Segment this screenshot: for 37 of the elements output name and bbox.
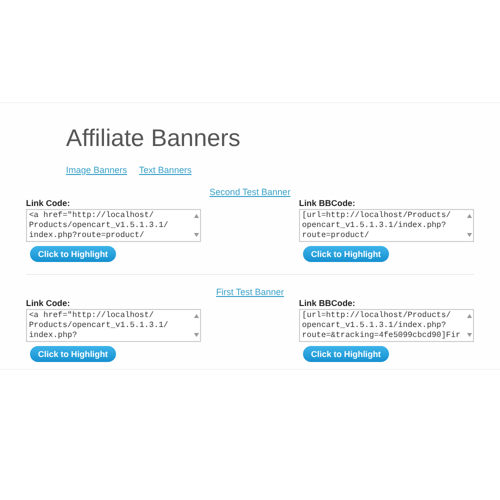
highlight-button[interactable]: Click to Highlight: [303, 246, 389, 262]
field-label: Link Code:: [26, 198, 71, 209]
scroll-down-icon[interactable]: [194, 233, 198, 237]
tab-link[interactable]: Text Banners: [139, 165, 192, 175]
tab-link[interactable]: Image Banners: [66, 165, 128, 175]
scroll-down-icon[interactable]: [466, 233, 472, 237]
code-line: opencart_v1.5.1.3.1/index.php?: [302, 221, 448, 231]
highlight-button[interactable]: Click to Highlight: [303, 346, 389, 362]
code-line: <a href="http://localhost/: [29, 211, 155, 221]
code-line: route=product/: [302, 231, 370, 241]
code-field[interactable]: <a href="http://localhost/ Products/opencart_v1.5.1.3.1/ index.php?route=product/: [26, 209, 201, 242]
code-line: Products/opencart_v1.5.1.3.1/: [29, 321, 170, 331]
scroll-up-icon[interactable]: [466, 314, 472, 318]
code-line: <a href="http://localhost/: [29, 311, 155, 321]
code-field[interactable]: <a href="http://localhost/ Products/opencart_v1.5.1.3.1/ index.php?: [26, 309, 201, 342]
code-line: opencart_v1.5.1.3.1/index.php?: [302, 321, 448, 331]
code-line: route=&tracking=4fe5099cbcd90]Fir: [302, 331, 462, 341]
field-label: Link Code:: [26, 298, 71, 309]
scroll-up-icon[interactable]: [466, 214, 472, 218]
scroll-up-icon[interactable]: [194, 214, 198, 218]
scroll-down-icon[interactable]: [466, 333, 472, 337]
code-field[interactable]: [url=http://localhost/Products/ opencart_v1.5.1.3.1/index.php? route=product/: [299, 209, 474, 242]
code-line: [url=http://localhost/Products/: [302, 211, 452, 221]
scroll-up-icon[interactable]: [194, 314, 198, 318]
page-title: Affiliate Banners: [66, 125, 242, 153]
field-label: Link BBCode:: [299, 198, 356, 209]
code-line: index.php?: [29, 331, 78, 341]
highlight-button[interactable]: Click to Highlight: [30, 246, 116, 262]
code-line: index.php?route=product/: [29, 231, 146, 241]
scroll-down-icon[interactable]: [194, 333, 198, 337]
banner-title-link[interactable]: First Test Banner: [216, 287, 284, 297]
code-line: Products/opencart_v1.5.1.3.1/: [29, 221, 170, 231]
highlight-button[interactable]: Click to Highlight: [30, 346, 116, 362]
code-line: [url=http://localhost/Products/: [302, 311, 452, 321]
field-label: Link BBCode:: [299, 298, 356, 309]
code-field[interactable]: [url=http://localhost/Products/ opencart_v1.5.1.3.1/index.php? route=&tracking=4fe5099cbcd90]Fir: [299, 309, 474, 342]
banner-title-link[interactable]: Second Test Banner: [210, 187, 290, 197]
